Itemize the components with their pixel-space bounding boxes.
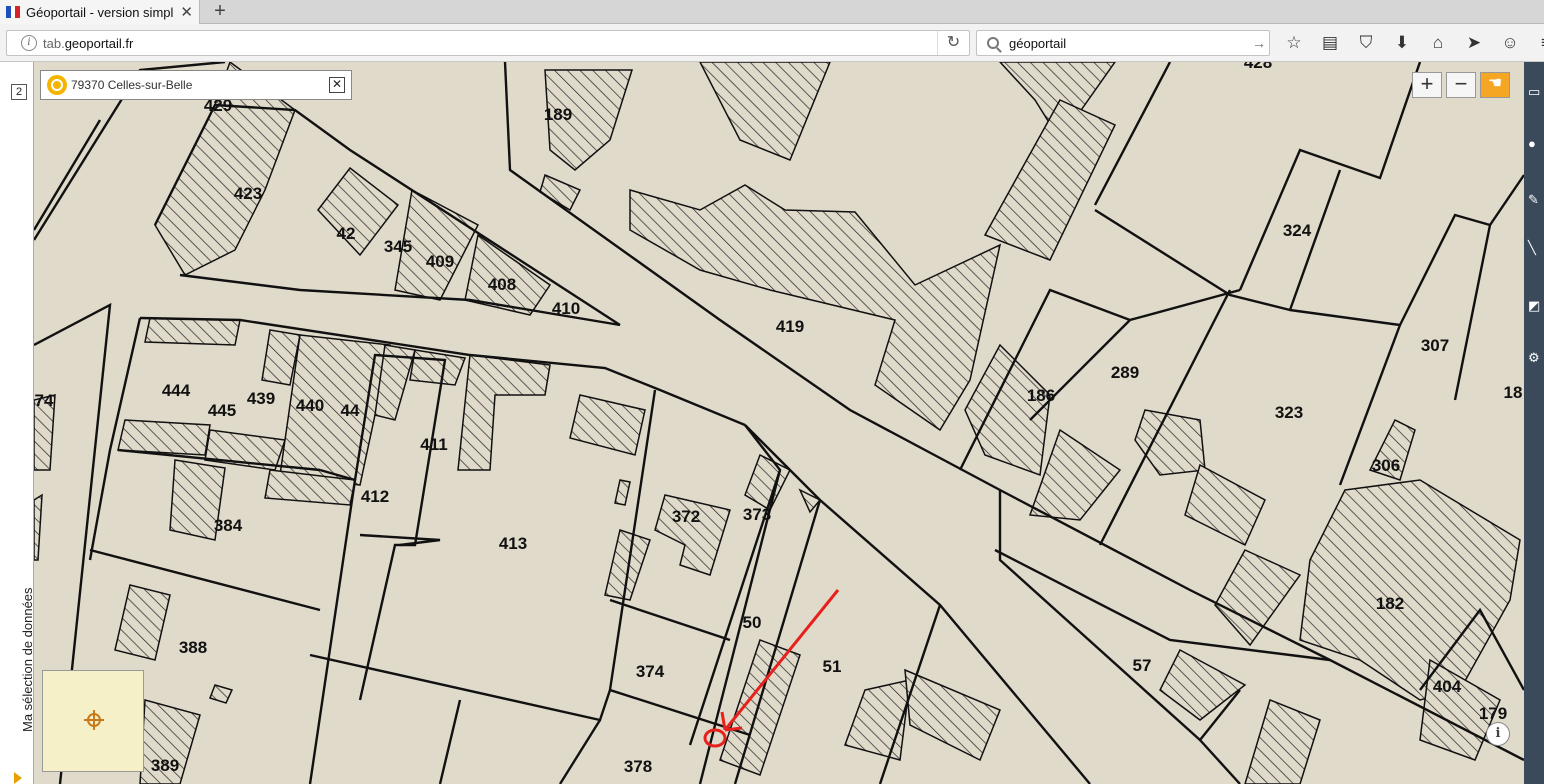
overview-target-icon	[84, 710, 104, 730]
parcel-label-289: 289	[1111, 363, 1139, 382]
data-selection-label[interactable]: Ma sélection de données	[20, 587, 35, 732]
measure-icon[interactable]: ╲	[1528, 240, 1544, 256]
parcel-label-324: 324	[1283, 221, 1312, 240]
share-icon[interactable]: ●	[1528, 136, 1544, 152]
browser-navbar: i tab.geoportail.fr ↻ géoportail → ☆ ▤ ⛉…	[0, 24, 1544, 62]
parcel-label-18: 18	[1504, 383, 1523, 402]
browser-toolbar: ☆ ▤ ⛉ ⬇ ⌂ ➤ ☺ ≡	[1276, 32, 1544, 54]
parcel-label-182: 182	[1376, 594, 1404, 613]
bookmark-star-icon[interactable]: ☆	[1276, 32, 1312, 54]
zoom-out-button[interactable]: −	[1446, 72, 1476, 98]
clear-search-icon[interactable]: ✕	[329, 77, 345, 93]
parcel-label-42: 42	[337, 224, 356, 243]
zoom-in-button[interactable]: +	[1412, 72, 1442, 98]
parcel-label-410: 410	[552, 299, 580, 318]
site-info-icon[interactable]: i	[21, 35, 37, 51]
draw-icon[interactable]: ✎	[1528, 192, 1544, 208]
tab-title: Géoportail - version simpl...	[26, 4, 175, 20]
left-sidebar: 2 Ma sélection de données	[0, 62, 35, 784]
parcel-label-388: 388	[179, 638, 207, 657]
parcel-label-411: 411	[420, 435, 447, 454]
layer-count-badge[interactable]: 2	[11, 84, 27, 100]
parcel-label-419: 419	[776, 317, 804, 336]
parcel-label-50: 50	[743, 613, 762, 632]
parcel-label-374: 374	[636, 662, 665, 681]
search-icon	[987, 37, 999, 49]
reload-icon[interactable]: ↻	[937, 31, 969, 55]
browser-tabstrip: Géoportail - version simpl... ✕ +	[0, 0, 1544, 24]
search-go-icon[interactable]: →	[1249, 35, 1269, 51]
parcel-label-179: 179	[1479, 704, 1507, 723]
parcel-label-413: 413	[499, 534, 527, 553]
parcel-label-189: 189	[544, 105, 572, 124]
info-button[interactable]: i	[1486, 722, 1510, 746]
parcel-label-439: 439	[247, 389, 275, 408]
parcel-label-186: 186	[1027, 386, 1055, 405]
chart-icon[interactable]: ◩	[1528, 298, 1544, 314]
parcel-label-408: 408	[488, 275, 516, 294]
emoji-icon[interactable]: ☺	[1492, 32, 1528, 54]
parcel-label-307: 307	[1421, 336, 1449, 355]
settings-gear-icon[interactable]: ⚙	[1528, 350, 1544, 366]
geoportail-favicon-icon	[6, 6, 21, 18]
parcel-label-306: 306	[1372, 456, 1400, 475]
pan-hand-icon[interactable]: ☚	[1480, 72, 1510, 98]
new-tab-button[interactable]: +	[208, 0, 232, 24]
close-tab-icon[interactable]: ✕	[180, 3, 193, 21]
search-bar[interactable]: géoportail →	[976, 30, 1270, 56]
home-icon[interactable]: ⌂	[1420, 32, 1456, 54]
parcel-label-345: 345	[384, 237, 412, 256]
place-search-input[interactable]: 79370 Celles-sur-Belle	[71, 78, 329, 92]
pocket-icon[interactable]: ⛉	[1348, 32, 1384, 54]
parcel-label-445: 445	[208, 401, 236, 420]
send-icon[interactable]: ➤	[1456, 32, 1492, 54]
menu-icon[interactable]: ≡	[1528, 32, 1544, 54]
reading-list-icon[interactable]: ▤	[1312, 32, 1348, 54]
parcel-label-440: 440	[296, 396, 324, 415]
parcel-label-412: 412	[361, 487, 389, 506]
cadastral-map-canvas: 1894294234234540940841041932428918632330…	[34, 62, 1524, 784]
zoom-controls: + − ☚	[1412, 72, 1510, 98]
expand-arrow-icon[interactable]	[14, 772, 22, 784]
right-tool-rail: ▭ ● ✎ ╲ ◩ ⚙	[1524, 62, 1544, 784]
locate-icon[interactable]	[47, 75, 67, 95]
parcel-label-51: 51	[823, 657, 842, 676]
parcel-label-74: 74	[35, 391, 54, 410]
buildings	[34, 62, 1521, 784]
place-search-box[interactable]: 79370 Celles-sur-Belle ✕	[40, 70, 352, 100]
parcel-label-373: 373	[743, 505, 771, 524]
search-input[interactable]: géoportail	[1009, 36, 1249, 51]
parcel-label-409: 409	[426, 252, 454, 271]
parcel-label-323: 323	[1275, 403, 1303, 422]
parcel-label-428: 428	[1244, 62, 1272, 72]
parcel-label-57: 57	[1133, 656, 1152, 675]
download-icon[interactable]: ⬇	[1384, 32, 1420, 54]
print-icon[interactable]: ▭	[1528, 84, 1544, 100]
parcel-label-384: 384	[214, 516, 243, 535]
parcel-label-389: 389	[151, 756, 179, 775]
url-text[interactable]: tab.geoportail.fr	[43, 36, 937, 51]
parcel-label-378: 378	[624, 757, 652, 776]
cadastral-map[interactable]: 189 429 423 42 345 409 408 410 419 324 289 186 323 30…	[34, 62, 1524, 784]
url-bar[interactable]: i tab.geoportail.fr ↻	[6, 30, 970, 56]
parcel-label-44: 44	[341, 401, 360, 420]
overview-minimap[interactable]	[42, 670, 144, 772]
parcel-label-372: 372	[672, 507, 700, 526]
parcel-label-423: 423	[234, 184, 262, 203]
browser-tab[interactable]: Géoportail - version simpl... ✕	[0, 0, 200, 24]
parcel-label-404: 404	[1433, 677, 1462, 696]
parcel-label-444: 444	[162, 381, 191, 400]
